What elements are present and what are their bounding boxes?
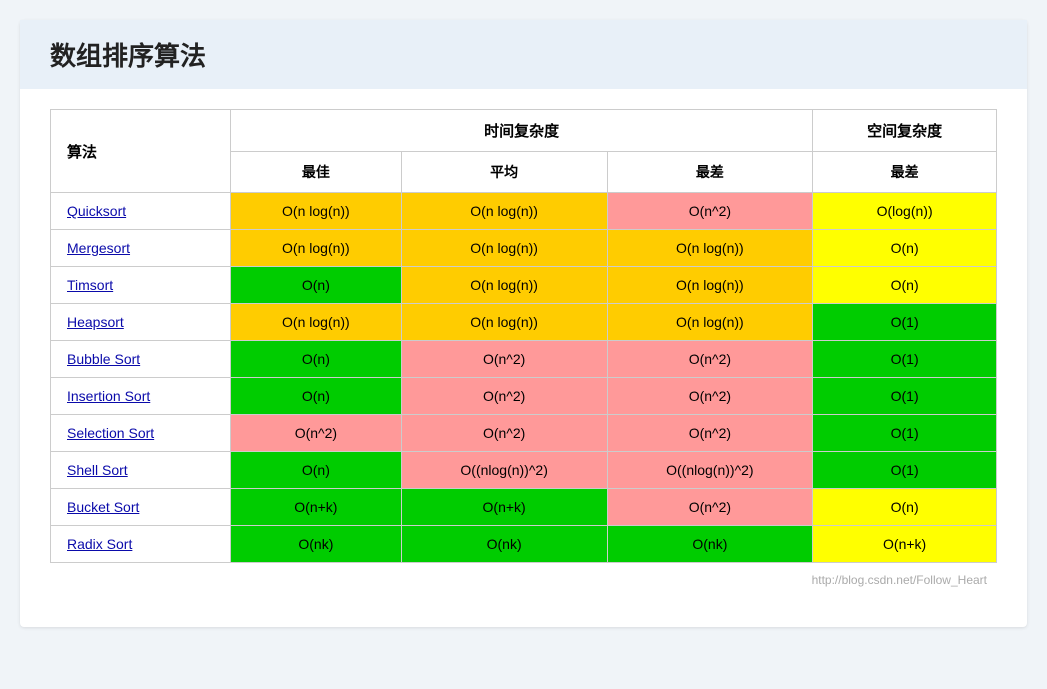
algo-link[interactable]: Selection Sort bbox=[67, 425, 154, 441]
worst-space-cell: O(1) bbox=[813, 304, 997, 341]
algo-name-cell: Heapsort bbox=[51, 304, 231, 341]
table-row: Selection SortO(n^2)O(n^2)O(n^2)O(1) bbox=[51, 415, 997, 452]
worst-time-cell: O(n log(n)) bbox=[607, 304, 813, 341]
algo-link[interactable]: Mergesort bbox=[67, 240, 130, 256]
subheader-worst-time: 最差 bbox=[607, 152, 813, 193]
worst-space-cell: O(n) bbox=[813, 267, 997, 304]
worst-time-cell: O(n log(n)) bbox=[607, 230, 813, 267]
worst-space-cell: O(1) bbox=[813, 452, 997, 489]
algo-name-cell: Bubble Sort bbox=[51, 341, 231, 378]
header-algo: 算法 bbox=[51, 110, 231, 193]
best-cell: O(n log(n)) bbox=[231, 193, 402, 230]
average-cell: O((nlog(n))^2) bbox=[401, 452, 607, 489]
worst-time-cell: O(n^2) bbox=[607, 378, 813, 415]
average-cell: O(n^2) bbox=[401, 378, 607, 415]
algo-link[interactable]: Heapsort bbox=[67, 314, 124, 330]
best-cell: O(n log(n)) bbox=[231, 304, 402, 341]
worst-space-cell: O(1) bbox=[813, 415, 997, 452]
worst-space-cell: O(1) bbox=[813, 378, 997, 415]
average-cell: O(n+k) bbox=[401, 489, 607, 526]
table-row: Insertion SortO(n)O(n^2)O(n^2)O(1) bbox=[51, 378, 997, 415]
table-row: Radix SortO(nk)O(nk)O(nk)O(n+k) bbox=[51, 526, 997, 563]
worst-space-cell: O(log(n)) bbox=[813, 193, 997, 230]
worst-space-cell: O(1) bbox=[813, 341, 997, 378]
table-row: Shell SortO(n)O((nlog(n))^2)O((nlog(n))^… bbox=[51, 452, 997, 489]
worst-space-cell: O(n) bbox=[813, 489, 997, 526]
algo-link[interactable]: Radix Sort bbox=[67, 536, 132, 552]
worst-time-cell: O(n^2) bbox=[607, 193, 813, 230]
table-row: TimsortO(n)O(n log(n))O(n log(n))O(n) bbox=[51, 267, 997, 304]
table-row: MergesortO(n log(n))O(n log(n))O(n log(n… bbox=[51, 230, 997, 267]
worst-space-cell: O(n+k) bbox=[813, 526, 997, 563]
best-cell: O(n log(n)) bbox=[231, 230, 402, 267]
average-cell: O(n^2) bbox=[401, 341, 607, 378]
average-cell: O(n log(n)) bbox=[401, 193, 607, 230]
subheader-worst-space: 最差 bbox=[813, 152, 997, 193]
table-row: HeapsortO(n log(n))O(n log(n))O(n log(n)… bbox=[51, 304, 997, 341]
complexity-table: 算法 时间复杂度 空间复杂度 最佳 平均 最差 最差 Quicksort O(n … bbox=[50, 109, 997, 563]
best-cell: O(n) bbox=[231, 267, 402, 304]
algo-name-cell: Insertion Sort bbox=[51, 378, 231, 415]
best-cell: O(n) bbox=[231, 341, 402, 378]
average-cell: O(n log(n)) bbox=[401, 230, 607, 267]
worst-time-cell: O(n^2) bbox=[607, 489, 813, 526]
algo-name-cell: Selection Sort bbox=[51, 415, 231, 452]
worst-time-cell: O(n^2) bbox=[607, 341, 813, 378]
algo-link[interactable]: Insertion Sort bbox=[67, 388, 150, 404]
table-row: QuicksortO(n log(n))O(n log(n))O(n^2)O(l… bbox=[51, 193, 997, 230]
header-space: 空间复杂度 bbox=[813, 110, 997, 152]
table-row: Bubble SortO(n)O(n^2)O(n^2)O(1) bbox=[51, 341, 997, 378]
worst-time-cell: O(n^2) bbox=[607, 415, 813, 452]
algo-link[interactable]: Bucket Sort bbox=[67, 499, 139, 515]
table-body: QuicksortO(n log(n))O(n log(n))O(n^2)O(l… bbox=[51, 193, 997, 563]
page-title: 数组排序算法 bbox=[20, 20, 1027, 89]
worst-time-cell: O((nlog(n))^2) bbox=[607, 452, 813, 489]
subheader-average: 平均 bbox=[401, 152, 607, 193]
table-row: Bucket SortO(n+k)O(n+k)O(n^2)O(n) bbox=[51, 489, 997, 526]
worst-time-cell: O(n log(n)) bbox=[607, 267, 813, 304]
algo-link[interactable]: Shell Sort bbox=[67, 462, 128, 478]
algo-name-cell: Quicksort bbox=[51, 193, 231, 230]
algo-name-cell: Shell Sort bbox=[51, 452, 231, 489]
subheader-best: 最佳 bbox=[231, 152, 402, 193]
footer-text: http://blog.csdn.net/Follow_Heart bbox=[50, 573, 997, 587]
main-header-row: 算法 时间复杂度 空间复杂度 bbox=[51, 110, 997, 152]
algo-link[interactable]: Timsort bbox=[67, 277, 113, 293]
page-container: 数组排序算法 算法 时间复杂度 空间复杂度 最佳 平均 最差 最差 Quicks… bbox=[20, 20, 1027, 627]
best-cell: O(n) bbox=[231, 452, 402, 489]
average-cell: O(n log(n)) bbox=[401, 267, 607, 304]
average-cell: O(n^2) bbox=[401, 415, 607, 452]
best-cell: O(n) bbox=[231, 378, 402, 415]
header-time: 时间复杂度 bbox=[231, 110, 813, 152]
algo-name-cell: Timsort bbox=[51, 267, 231, 304]
worst-space-cell: O(n) bbox=[813, 230, 997, 267]
best-cell: O(nk) bbox=[231, 526, 402, 563]
algo-link[interactable]: Quicksort bbox=[67, 203, 126, 219]
algo-name-cell: Bucket Sort bbox=[51, 489, 231, 526]
worst-time-cell: O(nk) bbox=[607, 526, 813, 563]
average-cell: O(n log(n)) bbox=[401, 304, 607, 341]
algo-link[interactable]: Bubble Sort bbox=[67, 351, 140, 367]
best-cell: O(n^2) bbox=[231, 415, 402, 452]
algo-name-cell: Radix Sort bbox=[51, 526, 231, 563]
best-cell: O(n+k) bbox=[231, 489, 402, 526]
average-cell: O(nk) bbox=[401, 526, 607, 563]
algo-name-cell: Mergesort bbox=[51, 230, 231, 267]
